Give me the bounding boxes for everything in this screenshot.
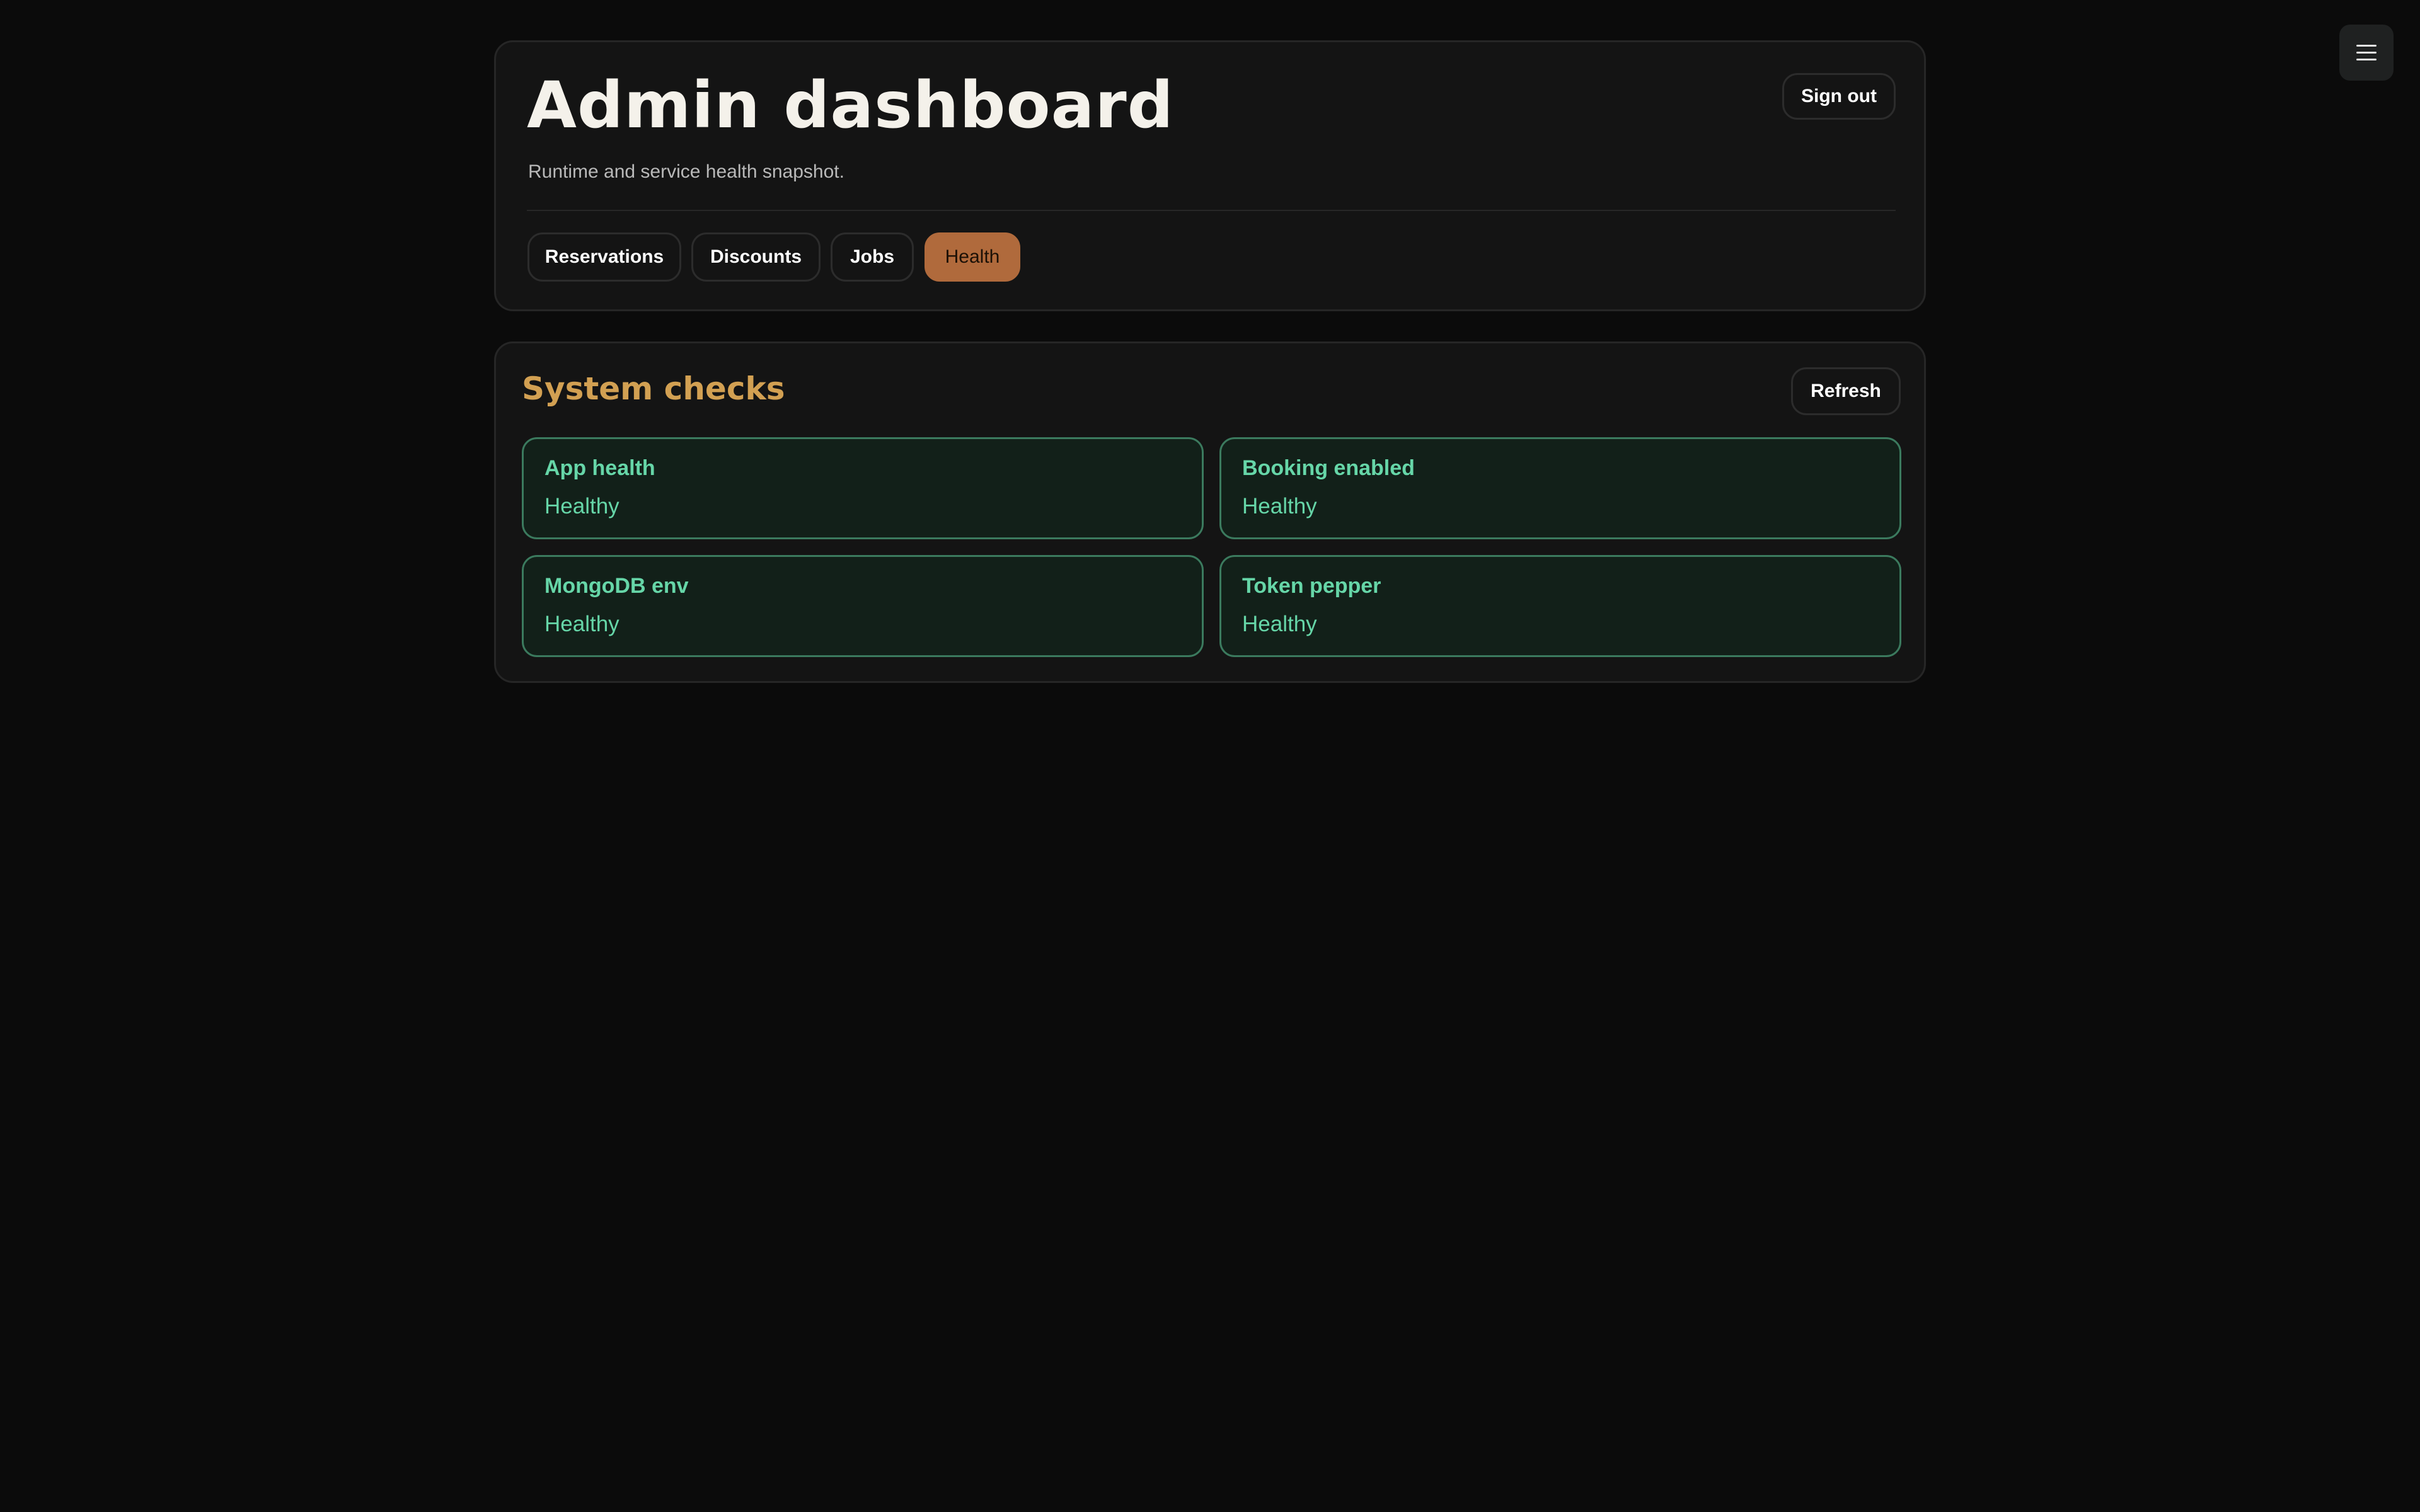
hamburger-menu-icon bbox=[2356, 44, 2377, 61]
tab-reservations[interactable]: Reservations bbox=[527, 232, 681, 282]
check-name: MongoDB env bbox=[544, 574, 689, 598]
check-card-booking-enabled: Booking enabled Healthy bbox=[1219, 437, 1901, 539]
check-status: Healthy bbox=[1242, 494, 1317, 518]
check-card-token-pepper: Token pepper Healthy bbox=[1219, 555, 1901, 657]
check-status: Healthy bbox=[1242, 612, 1317, 636]
tab-health[interactable]: Health bbox=[925, 232, 1020, 282]
check-card-mongodb-env: MongoDB env Healthy bbox=[522, 555, 1204, 657]
page-subtitle: Runtime and service health snapshot. bbox=[528, 161, 844, 182]
system-checks-panel: System checks Refresh App health Healthy… bbox=[494, 341, 1926, 683]
section-title: System checks bbox=[522, 370, 785, 407]
check-name: Booking enabled bbox=[1242, 456, 1415, 480]
check-status: Healthy bbox=[544, 612, 619, 636]
refresh-button[interactable]: Refresh bbox=[1791, 367, 1901, 415]
dashboard-header: Admin dashboard Sign out Runtime and ser… bbox=[494, 40, 1926, 311]
menu-button[interactable] bbox=[2339, 25, 2394, 81]
check-name: App health bbox=[544, 456, 655, 480]
header-divider bbox=[527, 210, 1896, 211]
check-name: Token pepper bbox=[1242, 574, 1381, 598]
check-card-app-health: App health Healthy bbox=[522, 437, 1204, 539]
tab-jobs[interactable]: Jobs bbox=[831, 232, 914, 282]
check-status: Healthy bbox=[544, 494, 619, 518]
tab-discounts[interactable]: Discounts bbox=[691, 232, 821, 282]
sign-out-button[interactable]: Sign out bbox=[1782, 73, 1896, 120]
page-title: Admin dashboard bbox=[527, 68, 1174, 143]
